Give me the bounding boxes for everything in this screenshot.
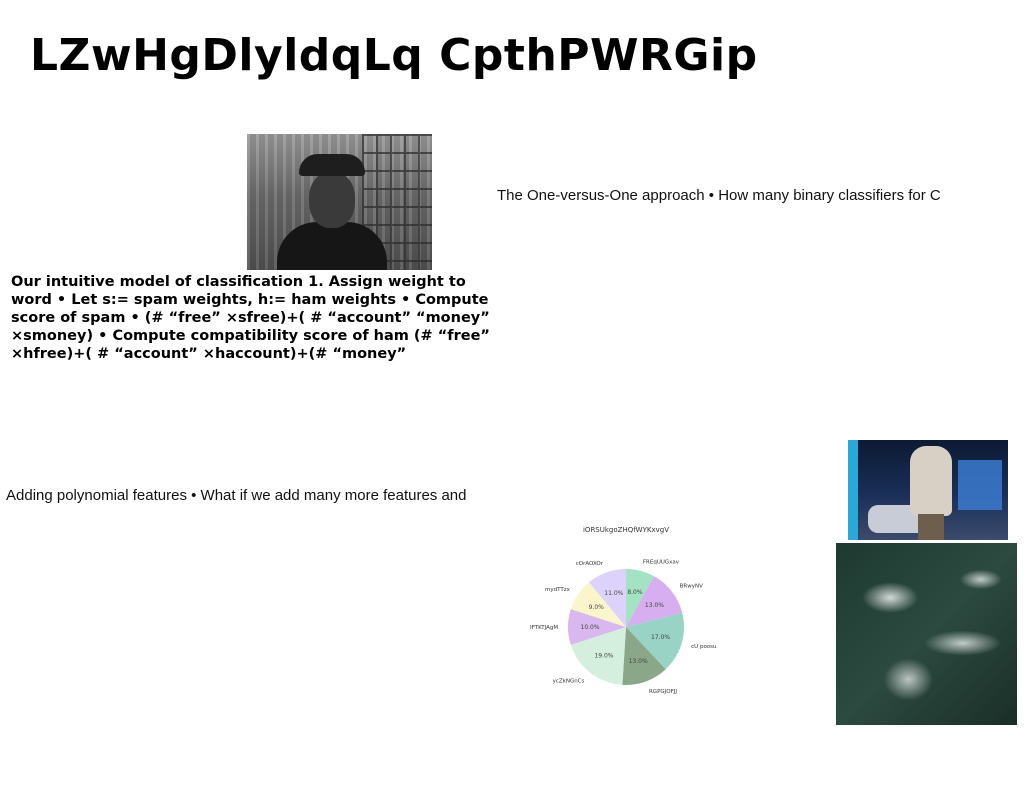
coat-shape [277,222,387,270]
pie-percent-label: 17.0% [651,634,670,641]
legs-shape [918,514,944,540]
pie-percent-label: 13.0% [645,602,664,609]
pie-category-label: mydTTzx [545,587,571,593]
street-photo [848,440,1008,540]
pie-category-label: cOrAOXOr [576,561,604,567]
pie-percent-label: 8.0% [627,589,643,596]
pie-category-label: cU poosu [691,644,716,650]
pie-category-label: BRwyNV [680,583,703,589]
lit-window-detail [958,460,1002,510]
face-shape [309,172,355,228]
classification-paragraph: Our intuitive model of classification 1.… [11,274,490,362]
cap-shape [299,154,365,176]
neon-light-detail [848,440,858,540]
person-shape [910,446,952,516]
pie-category-label: ycZkNGnCs [553,679,585,685]
slide-title: LZwHgDlyldqLq CpthPWRGip [30,30,758,81]
polynomial-features-text: Adding polynomial features • What if we … [6,487,467,504]
pie-percent-label: 10.0% [581,624,600,631]
one-vs-one-text: The One-versus-One approach • How many b… [497,187,941,204]
pie-percent-label: 19.0% [594,652,613,659]
pie-category-label: DFTKTJAgM [530,625,558,631]
pie-category-label: RGPGJOFJJ [649,689,677,695]
pie-title: iORSUkgoZHQfWYKxvgV [583,526,669,534]
pie-chart: iORSUkgoZHQfWYKxvgV 8.0%13.0%17.0%13.0%1… [530,526,717,695]
pie-percent-label: 13.0% [629,658,648,665]
pie-percent-label: 9.0% [589,604,605,611]
sea-foam-photo [836,543,1017,725]
pie-category-label: FREqUUGxav [643,559,680,565]
pie-percent-label: 11.0% [604,590,623,597]
officer-photo [247,134,432,270]
